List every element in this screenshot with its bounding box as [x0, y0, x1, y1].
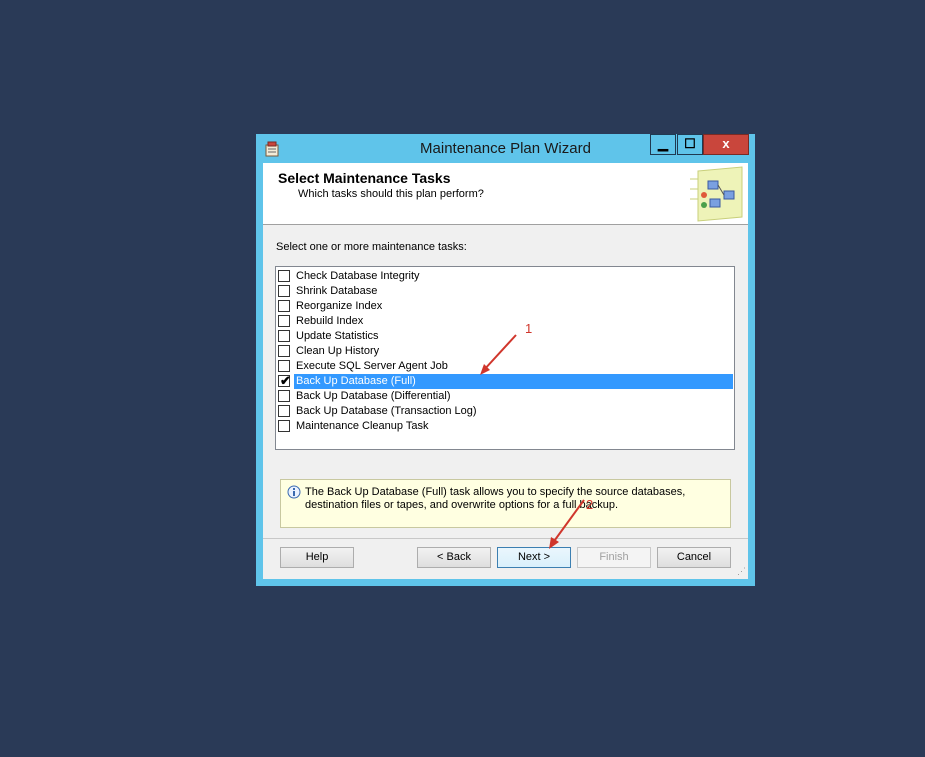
task-checkbox[interactable]: [278, 285, 290, 297]
annotation-label-2: 2: [586, 497, 594, 512]
task-list-prompt: Select one or more maintenance tasks:: [276, 241, 467, 253]
task-label: Reorganize Index: [296, 300, 383, 312]
cancel-button[interactable]: Cancel: [657, 547, 731, 568]
task-checkbox[interactable]: [278, 315, 290, 327]
task-label: Clean Up History: [296, 345, 380, 357]
task-item-check-database-integrity[interactable]: Check Database Integrity: [278, 269, 733, 284]
task-description-text: The Back Up Database (Full) task allows …: [305, 486, 686, 511]
task-label: Maintenance Cleanup Task: [296, 420, 429, 432]
wizard-header-graphic-icon: [688, 165, 746, 223]
page-subtitle: Which tasks should this plan perform?: [298, 188, 484, 200]
task-label: Update Statistics: [296, 330, 379, 342]
task-checkbox[interactable]: ✔: [278, 373, 291, 388]
annotation-label-1: 1: [525, 321, 533, 336]
button-bar-divider: [263, 538, 748, 539]
task-checkbox[interactable]: [278, 360, 290, 372]
task-checkbox[interactable]: [278, 405, 290, 417]
task-item-back-up-database-differential[interactable]: Back Up Database (Differential): [278, 389, 733, 404]
task-checkbox[interactable]: [278, 330, 290, 342]
maximize-button[interactable]: ☐: [677, 134, 703, 155]
resize-grip-icon[interactable]: ⋰: [737, 566, 746, 577]
task-item-update-statistics[interactable]: Update Statistics: [278, 329, 733, 344]
task-checkbox[interactable]: [278, 270, 290, 282]
task-item-back-up-database-transaction-log[interactable]: Back Up Database (Transaction Log): [278, 404, 733, 419]
next-button[interactable]: Next >: [497, 547, 571, 568]
task-checkbox[interactable]: [278, 390, 290, 402]
task-item-clean-up-history[interactable]: Clean Up History: [278, 344, 733, 359]
task-item-shrink-database[interactable]: Shrink Database: [278, 284, 733, 299]
checkmark-icon: ✔: [280, 373, 291, 388]
task-label: Execute SQL Server Agent Job: [296, 360, 448, 372]
close-button[interactable]: x: [703, 134, 749, 155]
task-label: Back Up Database (Transaction Log): [296, 405, 477, 417]
task-label: Shrink Database: [296, 285, 378, 297]
task-item-maintenance-cleanup-task[interactable]: Maintenance Cleanup Task: [278, 419, 733, 434]
help-button[interactable]: Help: [280, 547, 354, 568]
task-item-rebuild-index[interactable]: Rebuild Index: [278, 314, 733, 329]
finish-button: Finish: [577, 547, 651, 568]
info-icon: [287, 485, 301, 499]
task-checkbox[interactable]: [278, 345, 290, 357]
page-title: Select Maintenance Tasks: [278, 170, 451, 186]
task-item-back-up-database-full[interactable]: ✔ Back Up Database (Full): [278, 374, 733, 389]
task-checklist[interactable]: Check Database Integrity Shrink Database…: [275, 266, 735, 450]
task-item-execute-agent-job[interactable]: Execute SQL Server Agent Job: [278, 359, 733, 374]
minimize-button[interactable]: ▁: [650, 134, 676, 155]
task-description-panel: The Back Up Database (Full) task allows …: [280, 479, 731, 528]
task-label: Rebuild Index: [296, 315, 364, 327]
wizard-client-area: Select Maintenance Tasks Which tasks sho…: [263, 163, 748, 579]
wizard-header: Select Maintenance Tasks Which tasks sho…: [263, 163, 748, 225]
task-item-reorganize-index[interactable]: Reorganize Index: [278, 299, 733, 314]
wizard-window: Maintenance Plan Wizard ▁ ☐ x Select Mai…: [256, 134, 755, 586]
title-bar[interactable]: Maintenance Plan Wizard ▁ ☐ x: [256, 134, 755, 163]
task-label: Back Up Database (Differential): [296, 390, 451, 402]
back-button[interactable]: < Back: [417, 547, 491, 568]
task-checkbox[interactable]: [278, 300, 290, 312]
task-label: Back Up Database (Full): [294, 374, 733, 389]
task-label: Check Database Integrity: [296, 270, 420, 282]
task-checkbox[interactable]: [278, 420, 290, 432]
